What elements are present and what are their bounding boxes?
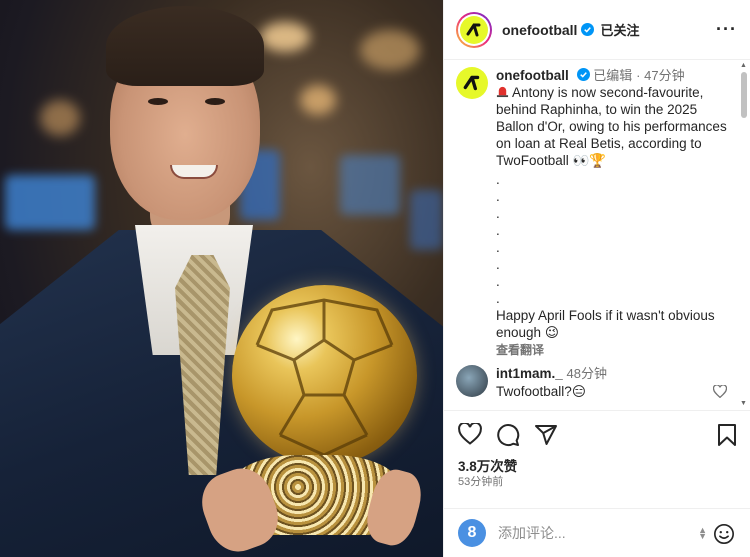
post-actions: 3.8万次赞 53分钟前 [444, 410, 750, 510]
eyes-emoji: 👀 [572, 153, 590, 168]
dot-line: . [496, 274, 500, 289]
post-timestamp[interactable]: 53分钟前 [458, 473, 503, 489]
dot-line: . [496, 172, 500, 187]
background-light [40, 100, 80, 136]
caption-age[interactable]: 47分钟 [644, 68, 684, 83]
post-side-panel: onefootball 已关注 ··· onefootball 已编辑 · 47… [443, 0, 750, 557]
onefootball-logo-icon [460, 15, 488, 44]
dot-line: . [496, 223, 500, 238]
meta-separator: · [636, 68, 641, 83]
caption-username[interactable]: onefootball [496, 68, 569, 83]
dot-line: . [496, 257, 500, 272]
more-options-icon[interactable]: ··· [716, 19, 737, 40]
siren-icon [496, 86, 509, 98]
like-heart-icon[interactable] [458, 423, 482, 445]
left-eye [148, 98, 168, 105]
right-eye [205, 98, 225, 105]
dot-line: . [496, 240, 500, 255]
comments-scrollbar[interactable]: ▲ ▼ [740, 62, 748, 407]
comment-age[interactable]: 48分钟 [567, 366, 607, 381]
post-caption: onefootball 已编辑 · 47分钟 Antony is now sec… [456, 67, 736, 359]
caption-body: Antony is now second-favourite, behind R… [496, 85, 727, 168]
caption-dots: . . . . . . . . [496, 171, 732, 307]
commenter-username[interactable]: int1mam._ [496, 366, 563, 381]
see-translation-link[interactable]: 查看翻译 [496, 342, 732, 359]
author-avatar-ring[interactable] [456, 11, 492, 48]
post-header: onefootball 已关注 ··· [444, 0, 750, 60]
background-light [300, 85, 336, 115]
hair [106, 6, 264, 86]
scroll-up-arrow[interactable]: ▲ [740, 62, 747, 69]
caption-footer: Happy April Fools if it wasn't obvious e… [496, 308, 715, 340]
dot-line: . [496, 206, 500, 221]
commenter-avatar[interactable] [456, 365, 488, 397]
background-light [360, 30, 420, 70]
caption-text: Antony is now second-favourite, behind R… [496, 84, 732, 169]
dot-line: . [496, 189, 500, 204]
add-comment-bar: 8 ▲▼ [444, 508, 750, 557]
current-user-avatar[interactable]: 8 [458, 519, 486, 547]
scrollbar-thumb[interactable] [741, 72, 747, 118]
expressionless-emoji: 😑 [571, 384, 586, 399]
comments-area: onefootball 已编辑 · 47分钟 Antony is now sec… [444, 61, 750, 409]
smile [170, 165, 218, 179]
caption-avatar[interactable] [456, 67, 488, 99]
post-photo[interactable] [0, 0, 443, 557]
like-count[interactable]: 3.8万次赞 [458, 455, 517, 475]
comment-text: Twofootball? [496, 384, 572, 399]
background-screen [410, 190, 443, 250]
background-screen [5, 175, 95, 230]
emoji-picker-icon[interactable] [713, 523, 735, 545]
verified-badge-icon [581, 23, 595, 36]
scroll-down-arrow[interactable]: ▼ [740, 400, 747, 407]
save-bookmark-icon[interactable] [717, 423, 737, 447]
share-send-icon[interactable] [534, 423, 558, 447]
follow-status[interactable]: 已关注 [600, 20, 639, 39]
dot-line: . [496, 291, 500, 306]
comment-input[interactable] [498, 525, 678, 541]
comment-item: int1mam._ 48分钟 Twofootball?😑 [456, 365, 741, 401]
resize-arrows-icon[interactable]: ▲ ▼ [698, 526, 707, 541]
like-comment-heart-icon[interactable] [713, 385, 727, 398]
wink-emoji: 😉 [544, 325, 559, 340]
trophy-panels [255, 298, 394, 457]
author-username[interactable]: onefootball [502, 22, 577, 38]
trophy-emoji: 🏆 [589, 153, 607, 168]
background-screen [340, 155, 400, 215]
background-light [260, 22, 310, 52]
edited-label: 已编辑 [593, 68, 633, 83]
verified-badge-icon [576, 68, 590, 81]
comment-bubble-icon[interactable] [496, 423, 520, 447]
